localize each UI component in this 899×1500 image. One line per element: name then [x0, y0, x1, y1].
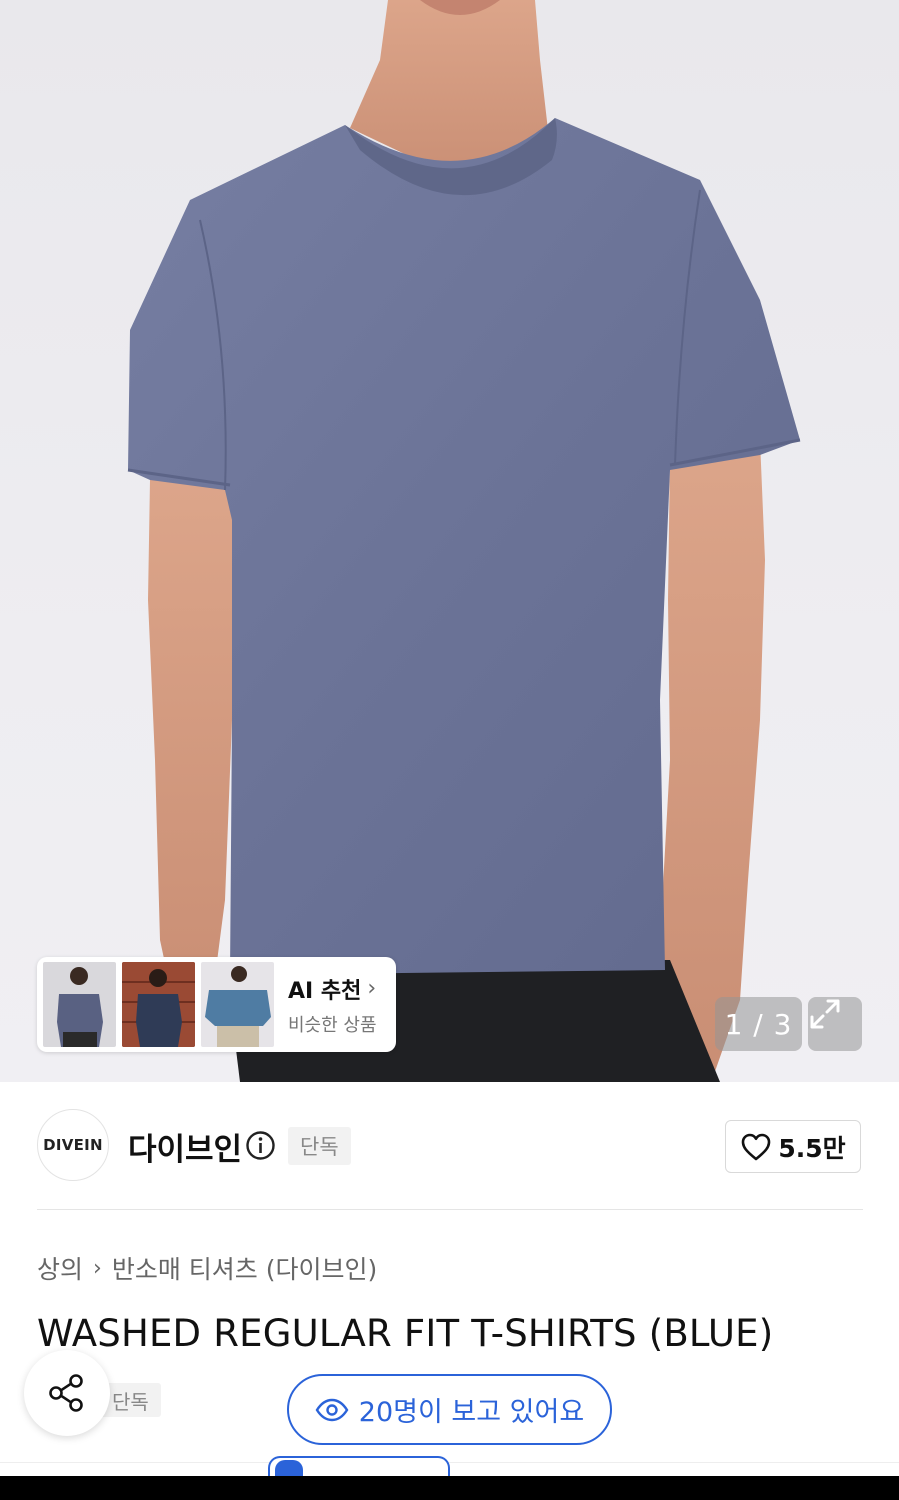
thumbnail-3[interactable]	[201, 962, 274, 1047]
thumbnail-1[interactable]	[43, 962, 116, 1047]
breadcrumb-item-subcategory[interactable]: 반소매 티셔츠 (다이브인)	[112, 1250, 377, 1286]
exclusive-badge: 단독	[288, 1127, 351, 1165]
system-nav-bar	[0, 1476, 899, 1500]
divider	[0, 1462, 899, 1463]
chevron-right-icon: ›	[93, 1255, 102, 1281]
product-title: WASHED REGULAR FIT T-SHIRTS (BLUE)	[37, 1312, 774, 1355]
eye-icon	[315, 1398, 349, 1421]
brand-name[interactable]: 다이브인	[128, 1124, 242, 1169]
info-icon[interactable]	[245, 1130, 276, 1161]
image-counter: 1 / 3	[715, 997, 802, 1051]
breadcrumb-item-category[interactable]: 상의	[37, 1250, 83, 1286]
thumbnail-2[interactable]	[122, 962, 195, 1047]
product-photo	[127, 0, 801, 1082]
like-count: 5.5만	[778, 1133, 846, 1163]
expand-button[interactable]	[808, 997, 862, 1051]
share-icon	[49, 1374, 83, 1412]
brand-logo[interactable]: DIVEIN	[37, 1109, 109, 1181]
breadcrumb: 상의 › 반소매 티셔츠 (다이브인)	[37, 1250, 377, 1286]
viewers-text: 20명이 보고 있어요	[358, 1397, 585, 1428]
expand-icon	[810, 999, 840, 1029]
ai-recommend-title: AI 추천	[288, 978, 362, 1004]
viewers-indicator[interactable]: 20명이 보고 있어요	[287, 1374, 612, 1445]
heart-icon	[742, 1133, 771, 1160]
ai-recommend-subtitle: 비슷한 상품	[288, 1014, 377, 1036]
chevron-right-icon: ›	[367, 976, 377, 1001]
share-button[interactable]	[24, 1350, 110, 1436]
like-button[interactable]: 5.5만	[725, 1120, 861, 1173]
divider	[37, 1209, 863, 1210]
product-image-gallery[interactable]: AI 추천 › 비슷한 상품 1 / 3	[0, 0, 899, 1082]
floating-pill-dot	[275, 1460, 303, 1476]
ai-recommend-card[interactable]: AI 추천 › 비슷한 상품	[37, 957, 396, 1052]
